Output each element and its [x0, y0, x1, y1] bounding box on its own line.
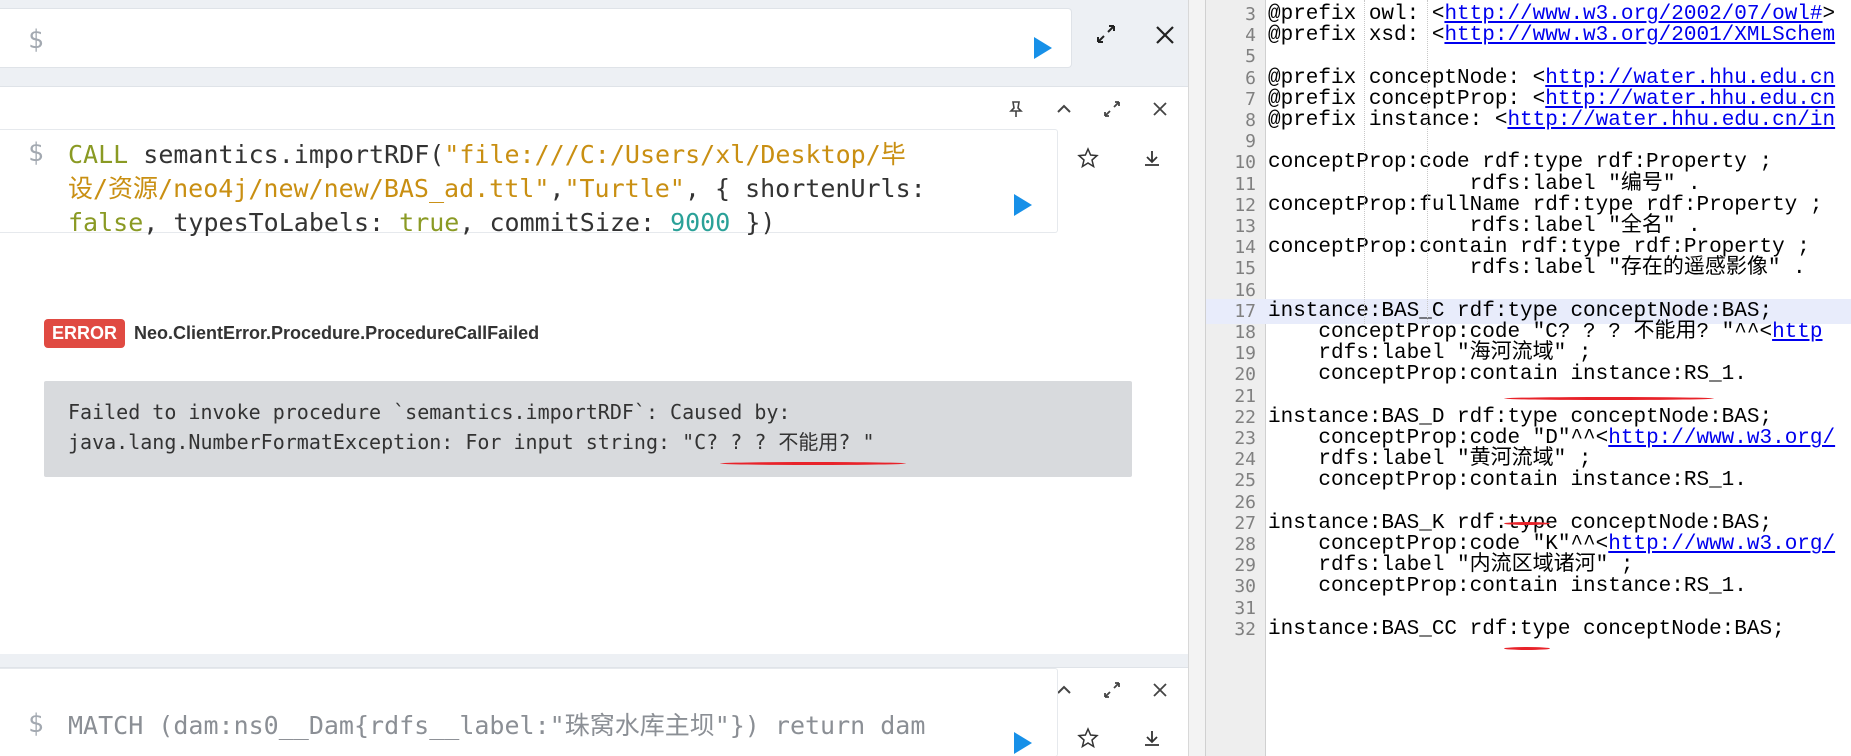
- line-content: instance:BAS_CC rdf:type conceptNode:BAS…: [1268, 617, 1785, 642]
- expand-icon[interactable]: [1102, 99, 1122, 119]
- query-frame: $ MATCH (dam:ns0__Dam{rdfs__label:"珠窝水库主…: [0, 667, 1188, 756]
- star-icon[interactable]: [1077, 727, 1099, 749]
- pin-icon[interactable]: [1006, 99, 1026, 119]
- close-icon[interactable]: [1150, 99, 1170, 119]
- query-token: 9000: [670, 208, 731, 237]
- expand-icon[interactable]: [1102, 680, 1122, 700]
- play-icon[interactable]: [1014, 732, 1032, 754]
- query-prompt: $: [28, 709, 44, 739]
- frame-query[interactable]: $ MATCH (dam:ns0__Dam{rdfs__label:"珠窝水库主…: [0, 668, 1058, 756]
- code-editor[interactable]: 3 @prefix owl: <http://www.w3.org/2002/07…: [1206, 0, 1851, 756]
- close-icon[interactable]: [1150, 680, 1170, 700]
- query-prompt: $: [28, 138, 44, 168]
- download-icon[interactable]: [1141, 147, 1163, 169]
- query-token: ,: [549, 174, 565, 203]
- error-code: Neo.ClientError.Procedure.ProcedureCallF…: [134, 323, 540, 343]
- download-icon[interactable]: [1141, 727, 1163, 749]
- red-annotation-underline: [1504, 647, 1550, 650]
- line-number: 32: [1234, 618, 1256, 640]
- neo4j-browser: $ $ CALL semantics.importRDF("file:///C:…: [0, 0, 1188, 756]
- frame-toolbar: [988, 87, 1188, 131]
- query-token: , commitSize:: [459, 208, 671, 237]
- query-editor[interactable]: $: [0, 8, 1072, 68]
- query-token: , typesToLabels:: [143, 208, 400, 237]
- expand-icon[interactable]: [1096, 24, 1116, 44]
- query-token: , { shortenUrls:: [684, 174, 926, 203]
- query-text[interactable]: MATCH (dam:ns0__Dam{rdfs__label:"珠窝水库主坝"…: [68, 709, 948, 743]
- indent-guide: [1364, 0, 1365, 330]
- result-frame: $ CALL semantics.importRDF("file:///C:/U…: [0, 86, 1188, 654]
- editor-prompt: $: [28, 25, 44, 55]
- code-token: instance:BAS_CC rdf:type conceptNode:BAS…: [1268, 617, 1785, 641]
- error-message: Failed to invoke procedure `semantics.im…: [68, 400, 875, 454]
- error-message-box: Failed to invoke procedure `semantics.im…: [44, 381, 1132, 477]
- query-token: true: [399, 208, 460, 237]
- query-token: false: [68, 208, 144, 237]
- red-annotation-underline: [1504, 397, 1714, 400]
- red-annotation-underline: [1504, 522, 1550, 525]
- code-line[interactable]: 32 instance:BAS_CC rdf:type conceptNode:B…: [1206, 617, 1851, 642]
- query-text[interactable]: CALL semantics.importRDF("file:///C:/Use…: [68, 138, 948, 240]
- pane-splitter[interactable]: [1188, 0, 1206, 756]
- play-icon[interactable]: [1014, 194, 1032, 216]
- query-token: "Turtle": [564, 174, 685, 203]
- red-annotation-underline: [720, 462, 906, 465]
- indent-guide: [1427, 0, 1428, 330]
- query-token: semantics.importRDF(: [128, 140, 445, 169]
- query-token: }): [730, 208, 776, 237]
- frame-query[interactable]: $ CALL semantics.importRDF("file:///C:/U…: [0, 129, 1058, 237]
- close-icon[interactable]: [1154, 24, 1176, 46]
- error-badge: ERROR: [44, 319, 126, 348]
- chevron-up-icon[interactable]: [1054, 99, 1074, 119]
- star-icon[interactable]: [1077, 147, 1099, 169]
- query-token: CALL: [68, 140, 129, 169]
- play-icon[interactable]: [1034, 37, 1052, 59]
